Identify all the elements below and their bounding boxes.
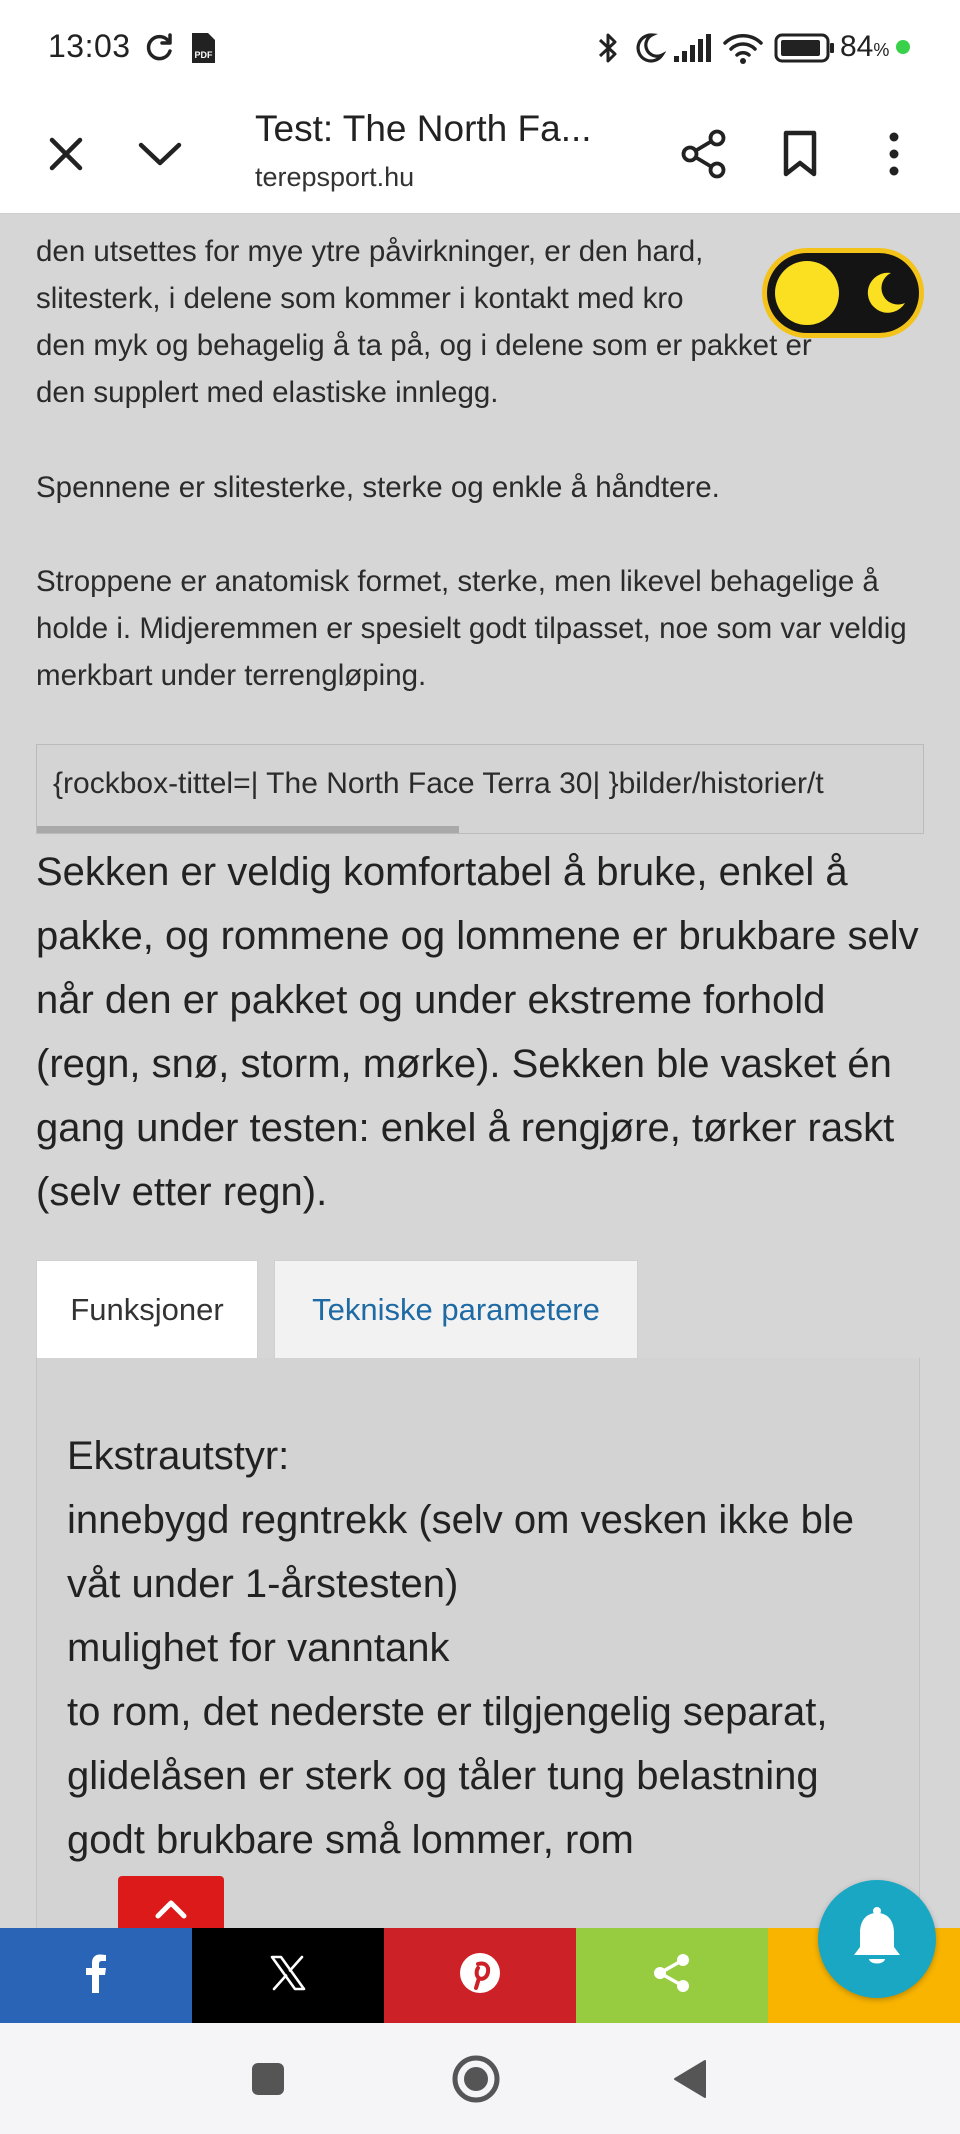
system-navigation-bar <box>0 2023 960 2134</box>
pinterest-icon <box>458 1951 502 2000</box>
tab-funksjoner[interactable]: Funksjoner <box>36 1260 258 1358</box>
feature-line: godt brukbare små lommer, rom <box>67 1818 634 1862</box>
moon-icon <box>861 267 911 324</box>
feature-line: Ekstrautstyr: <box>67 1434 290 1478</box>
toggle-knob <box>775 261 839 325</box>
battery-percent: 84% <box>840 30 890 63</box>
article-paragraph: Stroppene er anatomisk formet, sterke, m… <box>36 565 907 692</box>
triangle-back-icon <box>673 2059 707 2104</box>
page-url: terepsport.hu <box>255 162 415 192</box>
sync-icon <box>142 30 176 66</box>
feature-line: innebygd regntrekk (selv om vesken ikke … <box>67 1498 855 1542</box>
circle-icon <box>451 2054 501 2109</box>
status-bar: 13:03 PDF 84% <box>0 0 960 96</box>
share-icon <box>652 1952 692 1999</box>
x-icon <box>269 1955 307 1996</box>
close-icon <box>46 134 86 179</box>
status-time: 13:03 <box>48 28 131 64</box>
recents-button[interactable] <box>238 2051 298 2111</box>
bell-icon <box>849 1905 905 1974</box>
svg-text:PDF: PDF <box>195 50 214 60</box>
x-share-button[interactable] <box>192 1928 384 2023</box>
battery-icon <box>774 30 836 66</box>
article-content: den utsettes for mye ytre påvirkninger, … <box>0 214 960 1930</box>
generic-share-button[interactable] <box>576 1928 768 2023</box>
privacy-indicator-dot <box>896 40 910 54</box>
feature-list: Ekstrautstyr: innebygd regntrekk (selv o… <box>67 1424 907 1872</box>
feature-line: to rom, det nederste er tilgjengelig sep… <box>67 1690 828 1734</box>
browser-toolbar: Test: The North Fa... terepsport.hu <box>0 96 960 214</box>
wifi-icon <box>722 30 764 66</box>
chevron-up-icon <box>154 1898 188 1925</box>
pdf-icon: PDF <box>188 30 218 66</box>
back-button[interactable] <box>660 2051 720 2111</box>
feature-line: våt under 1-årstesten) <box>67 1562 459 1606</box>
more-options-button[interactable] <box>856 118 932 194</box>
more-vertical-icon <box>888 132 900 181</box>
facebook-icon <box>85 1953 107 1998</box>
minimize-button[interactable] <box>122 118 198 194</box>
square-icon <box>251 2062 285 2101</box>
code-block[interactable]: {rockbox-tittel=| The North Face Terra 3… <box>36 744 924 834</box>
article-line: den supplert med elastiske innlegg. <box>36 376 499 409</box>
social-share-bar <box>0 1928 960 2023</box>
tab-tekniske-parametere[interactable]: Tekniske parametere <box>274 1260 638 1358</box>
facebook-share-button[interactable] <box>0 1928 192 2023</box>
notification-bell-button[interactable] <box>818 1880 936 1998</box>
chevron-down-icon <box>137 139 183 174</box>
article-paragraph-large: Sekken er veldig komfortabel å bruke, en… <box>36 850 919 1214</box>
pinterest-share-button[interactable] <box>384 1928 576 2023</box>
bookmark-icon <box>782 130 818 183</box>
article-paragraph: Spennene er slitesterke, sterke og enkle… <box>36 471 720 504</box>
code-block-text: {rockbox-tittel=| The North Face Terra 3… <box>53 767 824 800</box>
share-button[interactable] <box>666 118 742 194</box>
horizontal-scrollbar[interactable] <box>37 826 459 833</box>
share-icon <box>680 129 728 184</box>
dark-mode-toggle[interactable] <box>762 248 924 338</box>
moon-icon <box>632 30 666 66</box>
signal-icon <box>672 30 712 66</box>
bookmark-button[interactable] <box>762 118 838 194</box>
feature-line: glidelåsen er sterk og tåler tung belast… <box>67 1754 819 1798</box>
page-title: Test: The North Fa... <box>255 108 592 149</box>
bluetooth-icon <box>596 30 620 66</box>
feature-line: mulighet for vanntank <box>67 1626 450 1670</box>
home-button[interactable] <box>446 2051 506 2111</box>
scroll-to-top-button[interactable] <box>118 1876 224 1930</box>
tab-panel: Ekstrautstyr: innebygd regntrekk (selv o… <box>36 1358 920 1930</box>
close-button[interactable] <box>28 118 104 194</box>
